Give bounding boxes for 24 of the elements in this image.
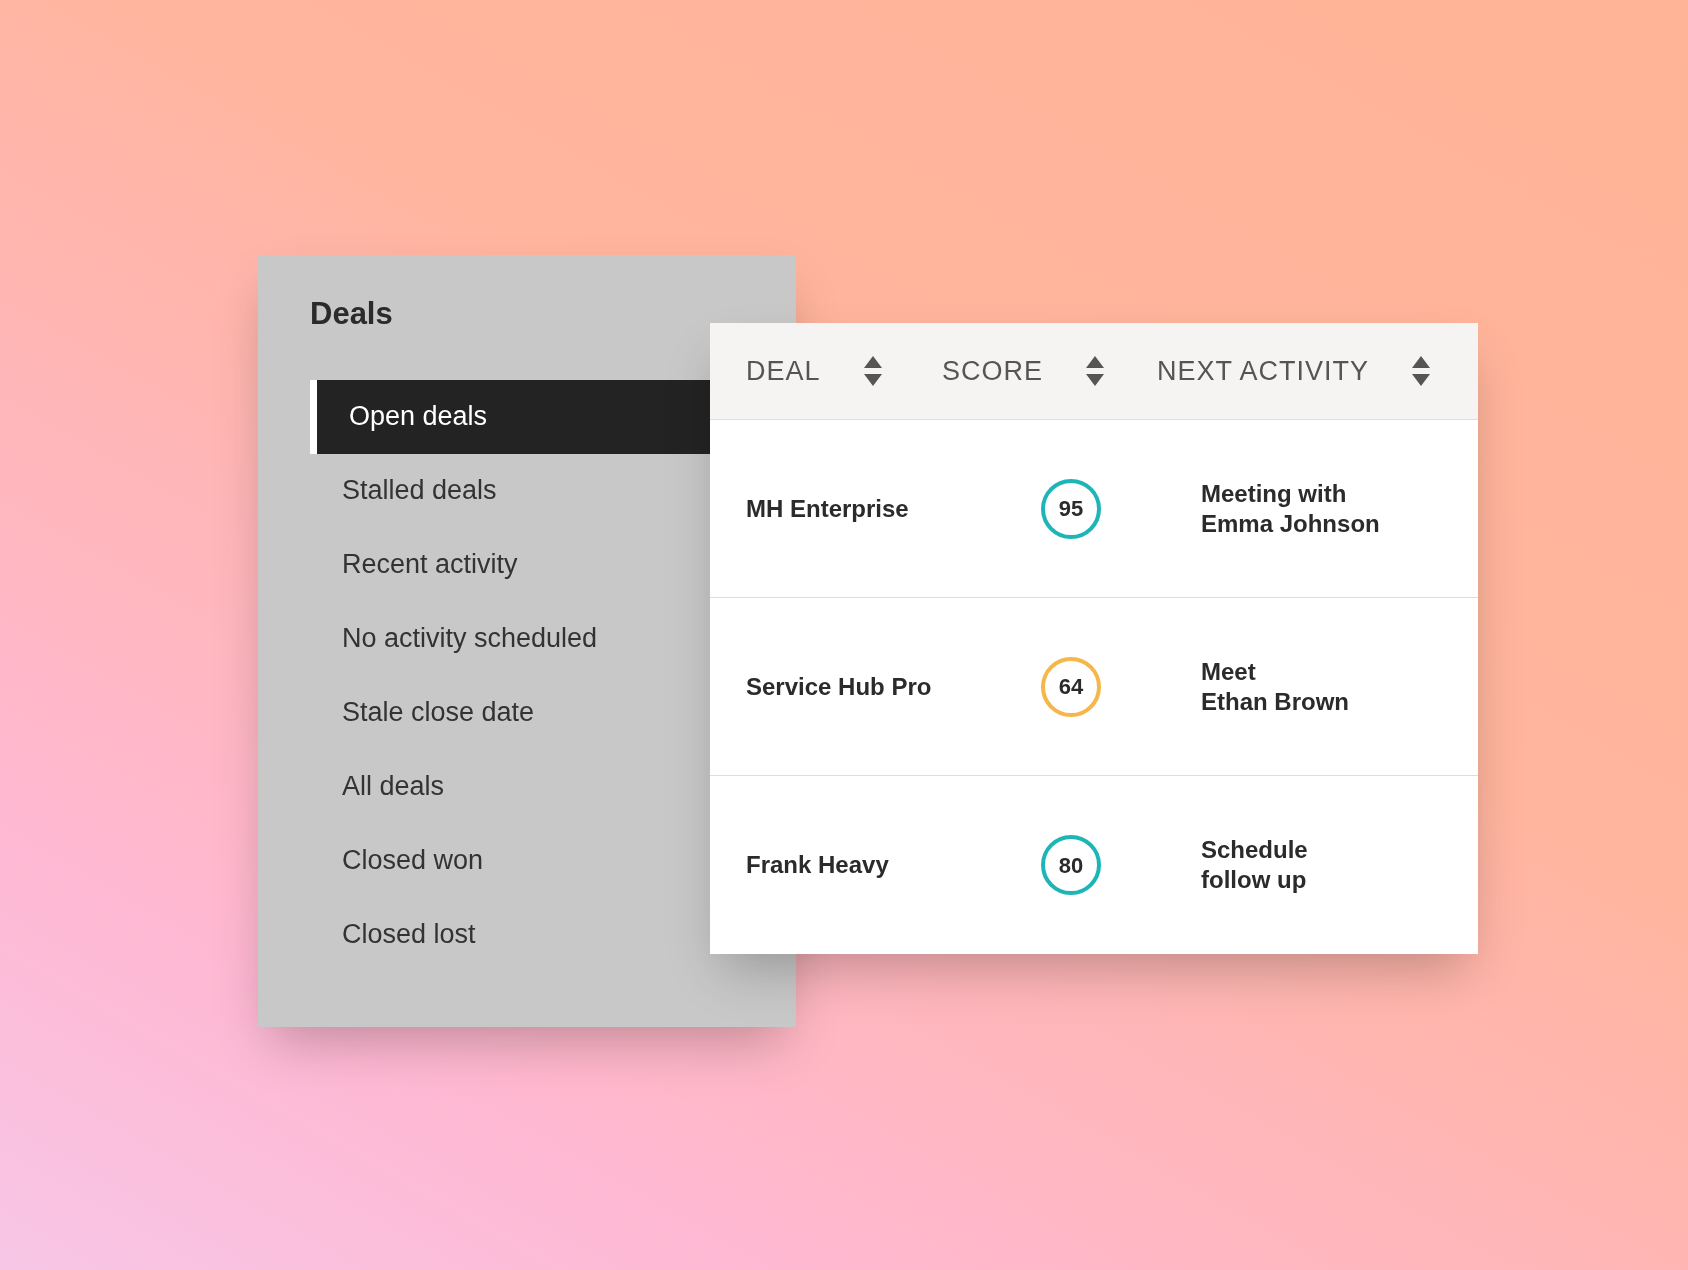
column-header[interactable]: SCORE (942, 350, 1044, 392)
sidebar-title: Deals (310, 295, 394, 333)
sort-icon[interactable] (1411, 354, 1432, 388)
score-value: 95 (1058, 495, 1084, 523)
deal-name: Frank Heavy (746, 850, 890, 880)
deal-name: Service Hub Pro (746, 671, 933, 702)
sidebar-item[interactable]: No activity scheduled (310, 601, 710, 676)
score-value: 64 (1058, 673, 1084, 701)
next-activity: Meeting with Emma Johnson (1201, 478, 1380, 539)
sidebar-item[interactable]: Recent activity (310, 527, 710, 602)
deal-name: MH Enterprise (746, 493, 910, 524)
sidebar-item[interactable]: Closed lost (310, 897, 710, 972)
sidebar-item[interactable]: All deals (310, 749, 710, 824)
sidebar-item[interactable]: Open deals (310, 379, 710, 454)
sort-icon[interactable] (1085, 354, 1106, 388)
column-header[interactable]: DEAL (746, 350, 821, 392)
next-activity: Meet Ethan Brown (1201, 656, 1349, 717)
next-activity: Schedule follow up (1201, 835, 1308, 895)
sidebar-item[interactable]: Closed won (310, 823, 710, 898)
sort-icon[interactable] (862, 354, 883, 388)
sidebar-item[interactable]: Stale close date (310, 675, 710, 750)
sidebar-item[interactable]: Stalled deals (310, 453, 710, 528)
column-header[interactable]: NEXT ACTIVITY (1157, 350, 1370, 392)
score-value: 80 (1058, 851, 1084, 880)
